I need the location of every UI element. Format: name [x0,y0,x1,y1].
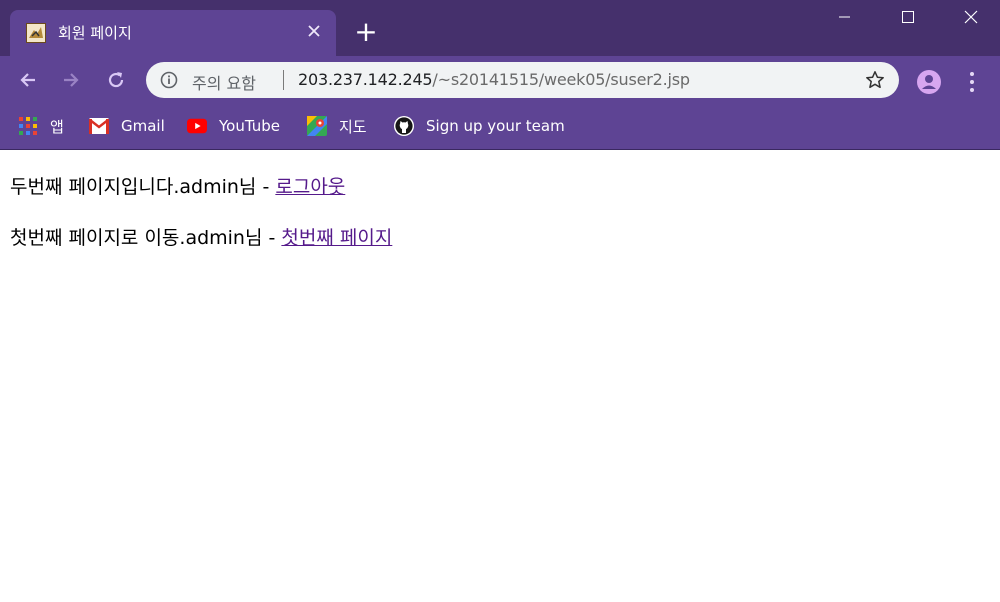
more-menu-icon[interactable] [962,69,982,95]
bookmark-gmail[interactable]: Gmail [89,114,165,138]
address-separator [283,70,284,90]
bookmark-star-icon[interactable] [865,70,885,90]
maximize-icon[interactable] [877,0,939,34]
address-bar[interactable]: 주의 요함 203.237.142.245/~s20141515/week05/… [146,62,899,98]
bookmark-label: Sign up your team [426,117,565,135]
maps-icon [307,116,327,136]
page-favicon-icon [26,23,46,43]
bookmark-apps[interactable]: 앱 [18,114,64,138]
bookmark-label: Gmail [121,117,165,135]
security-warning-label[interactable]: 주의 요함 [192,70,256,94]
url-path: /~s20141515/week05/suser2.jsp [432,70,690,89]
apps-grid-icon [18,116,38,136]
new-tab-button[interactable]: + [352,18,380,46]
browser-chrome: 회원 페이지 + 주의 요함 203.237.142.245/~s2014151… [0,0,1000,150]
bookmark-youtube[interactable]: YouTube [187,114,280,138]
profile-avatar-icon[interactable] [916,69,942,95]
logout-link[interactable]: 로그아웃 [275,176,345,198]
close-window-icon[interactable] [940,0,1000,34]
bookmark-github[interactable]: Sign up your team [394,114,565,138]
github-icon [394,116,414,136]
minimize-icon[interactable] [814,0,876,34]
back-arrow-icon[interactable] [12,64,44,96]
status-line-1: 두번째 페이지입니다.admin님 - 로그아웃 [10,172,392,202]
info-icon[interactable] [160,71,178,89]
bookmark-label: 앱 [50,117,64,136]
status-text-1: 두번째 페이지입니다.admin님 - [10,176,276,198]
gmail-icon [89,116,109,136]
url-text[interactable]: 203.237.142.245/~s20141515/week05/suser2… [298,70,690,89]
youtube-icon [187,116,207,136]
bookmark-label: YouTube [219,117,280,135]
url-host: 203.237.142.245 [298,70,433,89]
tab-close-icon[interactable] [304,23,324,43]
tab-strip: 회원 페이지 + [0,0,1000,56]
bookmark-maps[interactable]: 지도 [307,114,367,138]
reload-icon[interactable] [100,64,132,96]
first-page-link[interactable]: 첫번째 페이지 [281,227,392,249]
forward-arrow-icon[interactable] [55,64,87,96]
navigation-toolbar: 주의 요함 203.237.142.245/~s20141515/week05/… [0,56,1000,104]
bookmarks-bar: 앱 Gmail YouTube 지도 Sign up your team [0,104,1000,150]
active-tab[interactable]: 회원 페이지 [10,10,336,56]
page-content: 두번째 페이지입니다.admin님 - 로그아웃 첫번째 페이지로 이동.adm… [10,172,392,274]
bookmark-label: 지도 [339,117,367,136]
status-line-2: 첫번째 페이지로 이동.admin님 - 첫번째 페이지 [10,223,392,253]
tab-title: 회원 페이지 [58,24,132,42]
status-text-2: 첫번째 페이지로 이동.admin님 - [10,227,282,249]
